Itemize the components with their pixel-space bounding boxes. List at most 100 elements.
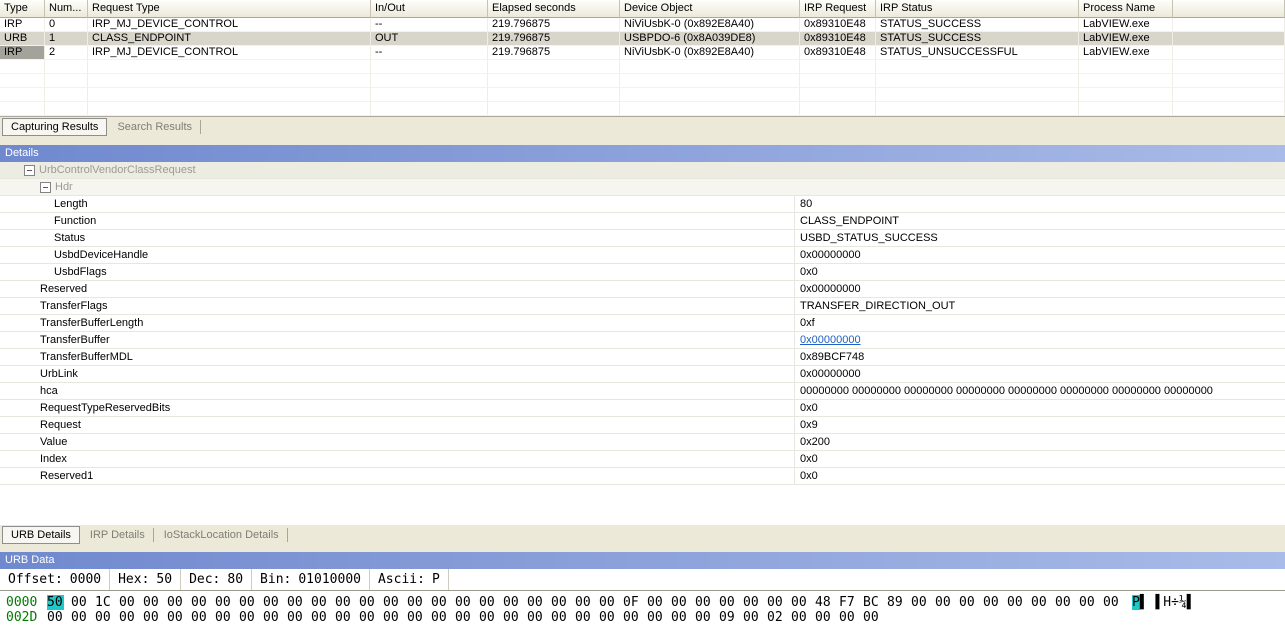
hex-byte[interactable]: 00 [431,610,448,625]
hex-byte[interactable]: 09 [719,610,736,625]
hex-byte[interactable]: 00 [695,595,712,610]
hex-byte[interactable]: 00 [503,610,520,625]
column-header-irp-status[interactable]: IRP Status [876,0,1079,18]
hex-byte[interactable]: 00 [431,595,448,610]
hex-byte[interactable]: 00 [407,610,424,625]
column-header-request-type[interactable]: Request Type [88,0,371,18]
collapse-icon[interactable] [24,164,35,176]
hex-byte[interactable]: 00 [1007,595,1024,610]
hex-byte[interactable]: 00 [623,610,640,625]
prop-row[interactable]: Index 0x0 [0,451,1285,468]
hex-byte[interactable]: 00 [551,595,568,610]
hex-byte[interactable]: 00 [767,595,784,610]
hex-byte[interactable]: 00 [1103,595,1120,610]
hex-byte[interactable]: 00 [263,610,280,625]
hex-byte[interactable]: 00 [743,595,760,610]
hex-byte[interactable]: 00 [719,595,736,610]
hex-byte[interactable]: 00 [527,610,544,625]
prop-row[interactable]: TransferBufferLength 0xf [0,315,1285,332]
tab-iostacklocation-details[interactable]: IoStackLocation Details [156,528,288,542]
hex-byte[interactable]: 00 [455,595,472,610]
hex-byte[interactable]: 02 [767,610,784,625]
hex-byte[interactable]: 00 [383,610,400,625]
hex-byte[interactable]: 00 [191,595,208,610]
column-header-num[interactable]: Num... [45,0,88,18]
hex-byte[interactable]: 00 [479,610,496,625]
tab-urb-details[interactable]: URB Details [2,526,80,544]
hex-byte[interactable]: 0F [623,595,640,610]
column-header-in-out[interactable]: In/Out [371,0,488,18]
hex-byte[interactable]: 48 [815,595,832,610]
hex-byte[interactable]: 89 [887,595,904,610]
hex-byte[interactable]: 00 [599,595,616,610]
hex-byte[interactable]: 00 [95,610,112,625]
hex-byte[interactable]: 00 [311,595,328,610]
prop-row[interactable]: RequestTypeReservedBits 0x0 [0,400,1285,417]
tab-search-results[interactable]: Search Results [109,120,202,134]
column-header-irp-request[interactable]: IRP Request [800,0,876,18]
hex-byte[interactable]: 00 [407,595,424,610]
hex-byte[interactable]: 00 [215,595,232,610]
hex-byte[interactable]: 00 [359,610,376,625]
hex-byte[interactable]: 50 [47,595,64,610]
hex-byte[interactable]: 00 [239,610,256,625]
column-header-elapsed-seconds[interactable]: Elapsed seconds [488,0,620,18]
hex-byte[interactable]: 00 [791,595,808,610]
hex-byte[interactable]: 00 [191,610,208,625]
hex-byte[interactable]: 00 [47,610,64,625]
hex-byte[interactable]: 00 [479,595,496,610]
prop-row[interactable]: TransferFlags TRANSFER_DIRECTION_OUT [0,298,1285,315]
hex-byte[interactable]: 00 [167,610,184,625]
hex-byte[interactable]: 00 [863,610,880,625]
prop-row[interactable]: UrbLink 0x00000000 [0,366,1285,383]
hex-byte[interactable]: 00 [647,595,664,610]
hex-byte[interactable]: 00 [71,610,88,625]
prop-row[interactable]: TransferBuffer 0x00000000 [0,332,1285,349]
hex-byte[interactable]: 00 [311,610,328,625]
prop-row[interactable]: UsbdFlags 0x0 [0,264,1285,281]
pane-splitter[interactable] [0,137,1285,145]
hex-byte[interactable]: 00 [263,595,280,610]
prop-row[interactable]: Reserved 0x00000000 [0,281,1285,298]
hex-byte[interactable]: 00 [335,595,352,610]
hex-byte[interactable]: 00 [815,610,832,625]
hex-byte[interactable]: 00 [383,595,400,610]
hex-byte[interactable]: 00 [575,610,592,625]
hex-byte[interactable]: 00 [575,595,592,610]
hex-byte[interactable]: 00 [551,610,568,625]
column-header-filler[interactable] [1173,0,1285,18]
hex-byte[interactable]: BC [863,595,880,610]
hex-byte[interactable]: 00 [1055,595,1072,610]
hex-byte[interactable]: 00 [647,610,664,625]
prop-row[interactable]: Value 0x200 [0,434,1285,451]
tab-irp-details[interactable]: IRP Details [82,528,154,542]
hex-byte[interactable]: 00 [215,610,232,625]
hex-byte[interactable]: 00 [143,595,160,610]
hex-byte[interactable]: 00 [335,610,352,625]
prop-row[interactable]: UsbdDeviceHandle 0x00000000 [0,247,1285,264]
hex-byte[interactable]: F7 [839,595,856,610]
collapse-icon[interactable] [40,181,51,193]
hex-byte[interactable]: 00 [911,595,928,610]
hex-byte[interactable]: 00 [599,610,616,625]
hex-byte[interactable]: 00 [287,595,304,610]
hex-byte[interactable]: 00 [239,595,256,610]
prop-row[interactable]: TransferBufferMDL 0x89BCF748 [0,349,1285,366]
hex-byte[interactable]: 00 [743,610,760,625]
hex-byte[interactable]: 00 [455,610,472,625]
prop-row[interactable]: hca 00000000 00000000 00000000 00000000 0… [0,383,1285,400]
column-header-type[interactable]: Type [0,0,45,18]
hex-byte[interactable]: 00 [1031,595,1048,610]
table-row[interactable]: IRP 0 IRP_MJ_DEVICE_CONTROL -- 219.796875 NiV… [0,18,1285,32]
hex-byte[interactable]: 00 [983,595,1000,610]
hex-byte[interactable]: 00 [1079,595,1096,610]
prop-row[interactable]: Request 0x9 [0,417,1285,434]
hex-byte[interactable]: 1C [95,595,112,610]
hex-byte[interactable]: 00 [935,595,952,610]
prop-row[interactable]: Reserved1 0x0 [0,468,1285,485]
hex-byte[interactable]: 00 [167,595,184,610]
hex-byte[interactable]: 00 [143,610,160,625]
hex-byte[interactable]: 00 [671,610,688,625]
table-row[interactable]: IRP 2 IRP_MJ_DEVICE_CONTROL -- 219.796875 NiV… [0,46,1285,60]
prop-row[interactable]: Status USBD_STATUS_SUCCESS [0,230,1285,247]
